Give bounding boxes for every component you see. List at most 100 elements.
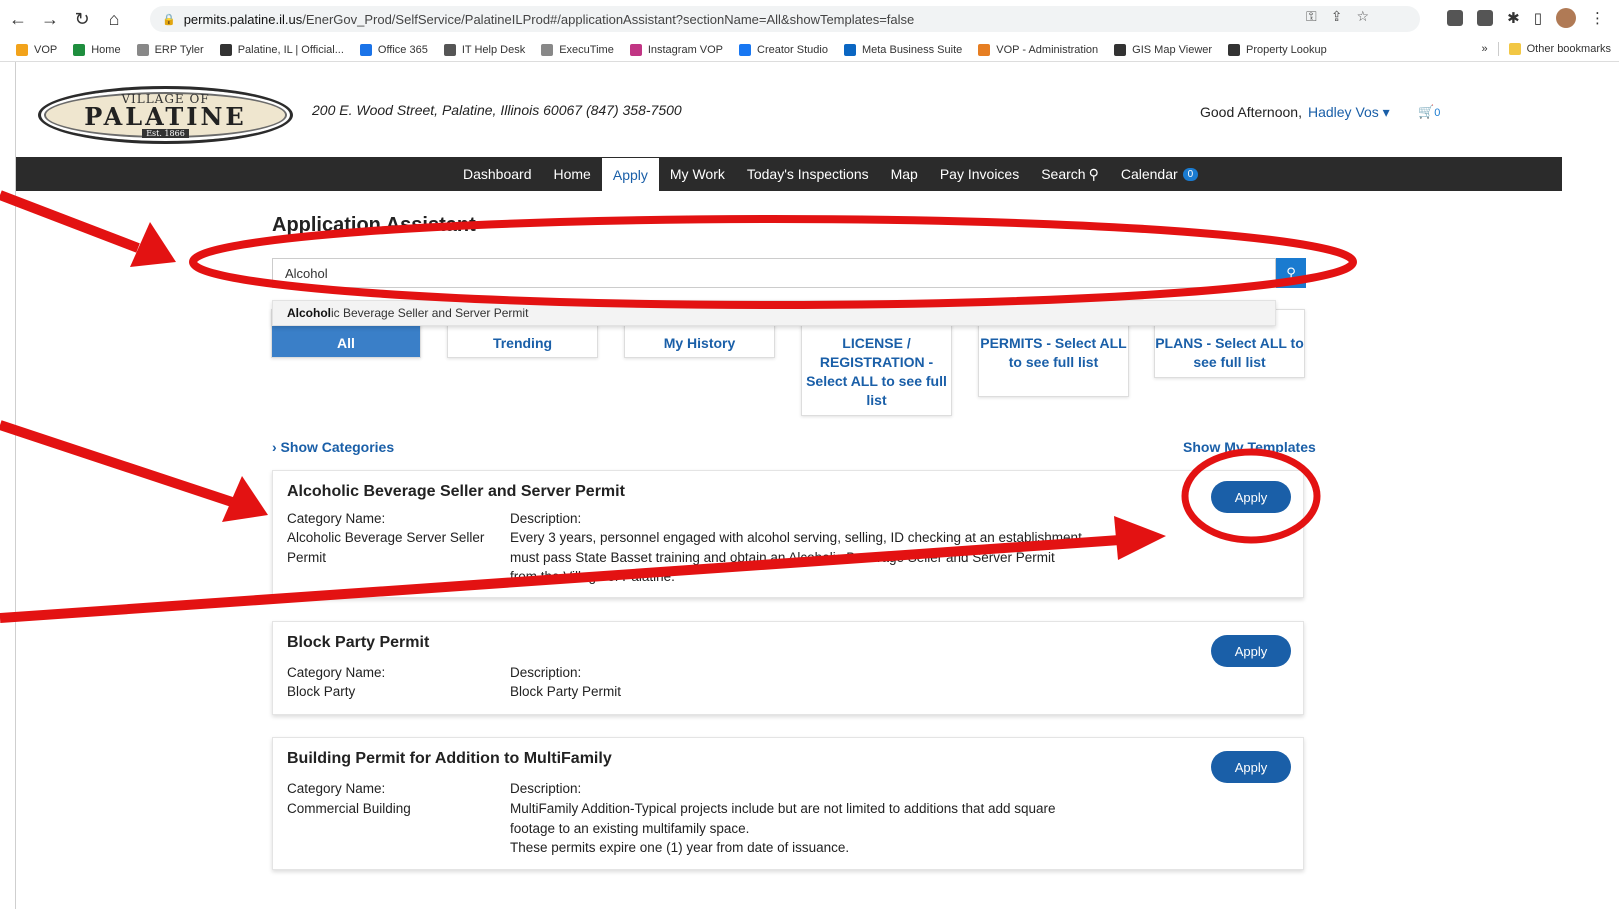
cart-button[interactable]: 🛒0 <box>1418 104 1440 120</box>
extension-icon[interactable] <box>1447 10 1464 26</box>
arrow-line-2 <box>0 420 234 507</box>
browser-toolbar: ← → ↻ ⌂ 🔒 permits.palatine.il.us/EnerGov… <box>0 0 1619 38</box>
apply-button[interactable]: Apply <box>1211 751 1291 783</box>
search-icon: ⚲ <box>1088 165 1099 182</box>
bookmark-item[interactable]: Palatine, IL | Official... <box>219 43 344 56</box>
village-address: 200 E. Wood Street, Palatine, Illinois 6… <box>312 102 682 118</box>
bookmark-favicon-icon <box>443 43 456 56</box>
description-value: Block Party Permit <box>510 684 622 699</box>
bookmark-item[interactable]: VOP <box>16 43 57 56</box>
bookmarks-overflow[interactable]: » <box>1482 43 1488 55</box>
description-label: Description: <box>510 665 582 680</box>
arrow-head-2 <box>222 476 268 522</box>
nav-my-work[interactable]: My Work <box>659 157 736 191</box>
bookmark-favicon-icon <box>16 43 28 56</box>
bookmark-item[interactable]: IT Help Desk <box>443 43 525 56</box>
nav-apply[interactable]: Apply <box>601 158 659 192</box>
bookmark-favicon-icon <box>739 43 752 56</box>
autocomplete-suggestion[interactable]: Alcoholic Beverage Seller and Server Per… <box>272 300 1276 326</box>
description-label: Description: <box>510 511 582 526</box>
bookmark-item[interactable]: Instagram VOP <box>629 43 723 56</box>
show-categories-link[interactable]: › Show Categories <box>272 439 394 455</box>
arrow-head-1 <box>130 222 176 267</box>
page-title: Application Assistant <box>272 214 476 236</box>
category-value: Commercial Building <box>287 801 411 816</box>
search-icon: ⚲ <box>1286 265 1296 280</box>
nav-map[interactable]: Map <box>880 157 929 191</box>
bookmark-favicon-icon <box>978 43 991 56</box>
apply-button[interactable]: Apply <box>1211 635 1291 667</box>
bookmark-favicon-icon <box>219 43 232 56</box>
forward-arrow-icon[interactable]: → <box>36 5 64 33</box>
result-card: Block Party Permit Category Name: Block … <box>272 621 1304 715</box>
bookmark-item[interactable]: Meta Business Suite <box>843 43 962 56</box>
reload-icon[interactable]: ↻ <box>68 5 96 33</box>
main-navigation: Dashboard Home Apply My Work Today's Inspect… <box>16 157 1562 192</box>
user-greeting: Good Afternoon, Hadley Vos ▾ <box>1200 104 1390 120</box>
bookmark-item[interactable]: GIS Map Viewer <box>1114 43 1212 56</box>
bookmark-favicon-icon <box>359 43 372 56</box>
result-card: Alcoholic Beverage Seller and Server Per… <box>272 470 1304 598</box>
lock-icon: 🔒 <box>162 13 176 26</box>
category-value: Alcoholic Beverage Server Seller Permit <box>287 530 485 565</box>
bookmark-favicon-icon <box>629 43 642 56</box>
search-input[interactable]: Alcohol <box>272 258 1276 288</box>
nav-today-s-inspections[interactable]: Today's Inspections <box>736 157 880 191</box>
bookmark-item[interactable]: Property Lookup <box>1228 43 1327 56</box>
share-icon[interactable]: ⇪ <box>1331 8 1343 25</box>
nav-search[interactable]: Search ⚲ <box>1030 157 1110 191</box>
profile-avatar[interactable] <box>1556 8 1576 28</box>
category-value: Block Party <box>287 684 356 699</box>
nav-pay-invoices[interactable]: Pay Invoices <box>929 157 1030 191</box>
bookmarks-bar: VOP Home ERP Tyler Palatine, IL | Official.… <box>0 38 1619 62</box>
bookmark-item[interactable]: Office 365 <box>359 43 428 56</box>
description-value: Every 3 years, personnel engaged with al… <box>510 530 1082 584</box>
nav-home[interactable]: Home <box>543 157 602 191</box>
description-value-2: These permits expire one (1) year from d… <box>510 840 850 855</box>
home-icon[interactable]: ⌂ <box>100 5 128 33</box>
bookmark-favicon-icon <box>136 43 149 56</box>
bookmark-item[interactable]: ExecuTime <box>541 43 614 56</box>
bookmark-favicon-icon <box>843 43 856 56</box>
bookmark-item[interactable]: Home <box>73 43 121 56</box>
result-title: Alcoholic Beverage Seller and Server Per… <box>287 483 625 500</box>
description-label: Description: <box>510 781 582 796</box>
search-button[interactable]: ⚲ <box>1276 258 1306 288</box>
arrow-line-1 <box>0 190 140 253</box>
cart-count: 0 <box>1434 107 1441 119</box>
menu-kebab-icon[interactable]: ⋮ <box>1590 9 1605 27</box>
bookmark-favicon-icon <box>1228 43 1241 56</box>
user-menu[interactable]: Hadley Vos ▾ <box>1308 104 1390 120</box>
folder-icon <box>1508 43 1521 55</box>
show-templates-link[interactable]: Show My Templates <box>1183 439 1316 455</box>
bookmark-item[interactable]: ERP Tyler <box>136 43 204 56</box>
key-icon[interactable]: ⚿ <box>1306 8 1317 25</box>
category-label: Category Name: <box>287 781 386 796</box>
nav-calendar[interactable]: Calendar 0 <box>1110 157 1209 191</box>
address-bar[interactable]: 🔒 permits.palatine.il.us/EnerGov_Prod/Se… <box>150 6 1420 32</box>
url-path: /EnerGov_Prod/SelfService/PalatineILProd… <box>302 11 915 27</box>
category-label: Category Name: <box>287 665 386 680</box>
other-bookmarks[interactable]: Other bookmarks <box>1508 43 1611 55</box>
bookmark-favicon-icon <box>73 43 86 56</box>
result-title: Block Party Permit <box>287 634 430 651</box>
bookmark-favicon-icon <box>541 43 554 56</box>
cart-icon: 🛒 <box>1418 104 1435 119</box>
bookmark-favicon-icon <box>1114 43 1127 56</box>
nav-dashboard[interactable]: Dashboard <box>452 157 543 191</box>
result-title: Building Permit for Addition to MultiFam… <box>287 750 612 767</box>
star-icon[interactable]: ☆ <box>1356 8 1369 25</box>
village-logo[interactable]: VILLAGE OF PALATINE Est. 1866 <box>38 86 293 144</box>
puzzle-icon[interactable]: ✱ <box>1507 9 1520 27</box>
category-label: Category Name: <box>287 511 386 526</box>
url-host: permits.palatine.il.us <box>183 11 303 27</box>
calendar-count-badge: 0 <box>1182 167 1199 181</box>
sidepanel-icon[interactable]: ▯ <box>1534 9 1542 27</box>
bookmark-item[interactable]: Creator Studio <box>739 43 828 56</box>
apply-button[interactable]: Apply <box>1211 481 1291 513</box>
bookmark-item[interactable]: VOP - Administration <box>978 43 1098 56</box>
result-card: Building Permit for Addition to MultiFam… <box>272 737 1304 870</box>
extension-l-icon[interactable] <box>1477 10 1494 26</box>
back-arrow-icon[interactable]: ← <box>4 5 32 33</box>
description-value: MultiFamily Addition-Typical projects in… <box>510 801 1056 836</box>
